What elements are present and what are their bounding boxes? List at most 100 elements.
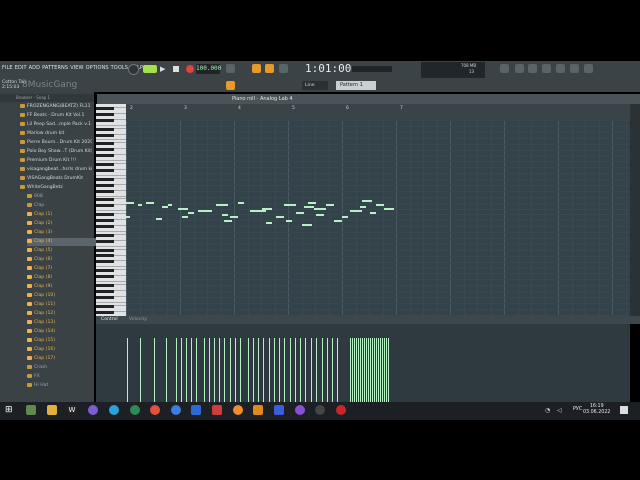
note[interactable] [334,220,342,222]
volume-icon[interactable]: ◁ [557,407,562,414]
velocity-bar[interactable] [327,338,328,402]
menu-edit[interactable]: EDIT [15,65,27,71]
velocity-bar[interactable] [196,338,197,402]
note[interactable] [156,218,162,220]
velocity-bar[interactable] [295,338,296,402]
velocity-bar[interactable] [372,338,373,402]
browser-item[interactable]: Clap (10) [27,292,99,300]
browser-item[interactable]: Polo Boy Shaw...T (Drum Kit) [20,148,92,156]
velocity-bar[interactable] [374,338,375,402]
menu-tools[interactable]: TOOLS [111,65,128,71]
note[interactable] [168,204,172,206]
note[interactable] [126,216,130,218]
velocity-bar[interactable] [322,338,323,402]
browser-item[interactable]: 808 [27,193,99,201]
velocity-bar[interactable] [370,338,371,402]
velocity-bar[interactable] [127,338,128,402]
velocity-bar[interactable] [248,338,249,402]
mic-icon[interactable] [274,405,284,415]
browser-item[interactable]: visagangbeat...hsrls drum kit [20,166,92,174]
note[interactable] [308,202,316,204]
note-grid[interactable] [126,120,630,316]
velocity-bar[interactable] [274,338,275,402]
browser-item[interactable]: Clap (14) [27,328,99,336]
velocity-bar[interactable] [332,338,333,402]
system-clock[interactable]: 16:19 03.06.2022 [583,404,610,416]
start-icon[interactable]: ⊞ [5,405,13,415]
browser-item[interactable]: FROZENGANG(BEATZ) FL11 [20,103,92,111]
note[interactable] [342,216,348,218]
menu-options[interactable]: OPTIONS [86,65,109,71]
note[interactable] [182,216,188,218]
note[interactable] [188,212,194,214]
velocity-bar[interactable] [279,338,280,402]
note[interactable] [238,202,244,204]
velocity-bar[interactable] [376,338,377,402]
obs-icon[interactable] [315,405,325,415]
velocity-bar[interactable] [214,338,215,402]
velocity-bar[interactable] [382,338,383,402]
playlist-icon[interactable] [500,64,509,73]
wifi-icon[interactable]: ◔ [545,407,550,414]
vertical-scrollbar[interactable] [630,104,640,316]
velocity-bar[interactable] [204,338,205,402]
velocity-bar[interactable] [154,338,155,402]
velocity-bar[interactable] [380,338,381,402]
browser-item[interactable]: Clap (6) [27,256,99,264]
browser-item[interactable]: Pierre Bourn...Drum Kit 2020 [20,139,92,147]
velocity-bar[interactable] [368,338,369,402]
record-app-icon[interactable] [336,405,346,415]
velocity-bar[interactable] [186,338,187,402]
velocity-bar[interactable] [235,338,236,402]
velocity-bar[interactable] [284,338,285,402]
note[interactable] [162,206,168,208]
note[interactable] [276,216,284,218]
browser-item[interactable]: WhiteGangBetz [20,184,92,192]
note[interactable] [362,200,372,202]
browser-item[interactable]: Clap (8) [27,274,99,282]
browser-item[interactable]: Marlow drum kit [20,130,92,138]
fl-studio-icon[interactable] [253,405,263,415]
folder-icon[interactable] [47,405,57,415]
note[interactable] [250,210,266,212]
velocity-bar[interactable] [337,338,338,402]
snap-select[interactable]: Line [302,81,328,90]
browser-item[interactable]: Lil Peep Sad...mple Pack v.1 [20,121,92,129]
browser-item[interactable]: Clap (7) [27,265,99,273]
pat-song-toggle[interactable] [143,65,157,73]
timeline-ruler[interactable]: 2 3 4 5 6 7 [125,104,630,120]
plugin-picker-icon[interactable] [556,64,565,73]
piano-roll-icon[interactable] [515,64,524,73]
velocity-bar[interactable] [316,338,317,402]
note[interactable] [384,208,394,210]
velocity-bar[interactable] [354,338,355,402]
velocity-bar[interactable] [140,338,141,402]
note[interactable] [360,206,366,208]
note[interactable] [304,206,314,208]
word-icon[interactable]: W [67,405,77,415]
browser-item[interactable]: Clap (3) [27,229,99,237]
browser-item[interactable]: Hi Hat [27,382,99,390]
notification-icon[interactable] [620,406,628,414]
browser-item[interactable]: Clap (15) [27,337,99,345]
velocity-bar[interactable] [358,338,359,402]
velocity-bar[interactable] [350,338,351,402]
note[interactable] [178,208,188,210]
velocity-bar[interactable] [311,338,312,402]
velocity-bar[interactable] [176,338,177,402]
browser-item[interactable]: Clap (12) [27,310,99,318]
browser-item[interactable]: Clap (4) [27,238,99,246]
velocity-bar[interactable] [224,338,225,402]
snap-icon[interactable] [226,81,235,90]
velocity-bar[interactable] [386,338,387,402]
velocity-bar[interactable] [356,338,357,402]
velocity-bar[interactable] [360,338,361,402]
menu-add[interactable]: ADD [29,65,40,71]
velocity-bar[interactable] [269,338,270,402]
piano-keyboard[interactable] [96,104,126,318]
velocity-bar[interactable] [364,338,365,402]
viber-icon[interactable] [88,405,98,415]
browser-item[interactable]: Clap (2) [27,220,99,228]
record-button[interactable] [186,65,194,73]
note[interactable] [316,214,324,216]
